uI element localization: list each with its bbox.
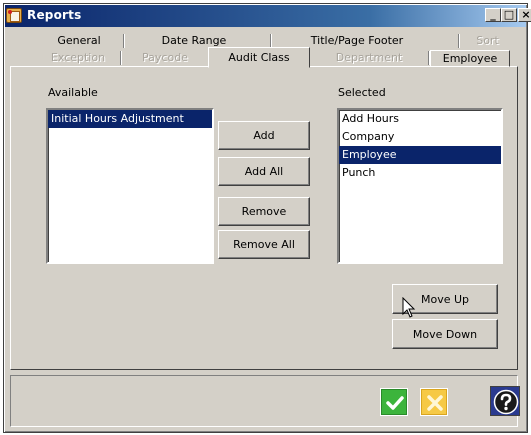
cancel-button[interactable] [420,388,448,416]
question-icon [493,389,519,415]
tab-department: Department [335,51,403,64]
list-item[interactable]: Employee [339,146,501,164]
remove-all-button[interactable]: Remove All [218,230,310,259]
selected-listbox[interactable]: Add Hours Company Employee Punch [337,108,503,264]
mouse-cursor-icon [402,297,416,318]
remove-button[interactable]: Remove [218,197,310,226]
list-item[interactable]: Add Hours [339,110,501,128]
window-title: Reports [27,8,82,22]
minimize-button[interactable]: _ [485,8,501,22]
tab-audit-class[interactable]: Audit Class [208,47,310,68]
add-all-button[interactable]: Add All [218,157,310,186]
reports-app-icon [6,8,22,23]
help-button[interactable] [490,386,520,416]
maximize-button[interactable]: □ [501,8,517,22]
tab-sort: Sort [476,34,499,47]
tab-exception: Exception [50,51,106,64]
tab-general[interactable]: General [34,33,124,50]
close-button[interactable]: × [518,8,531,22]
list-item[interactable]: Company [339,128,501,146]
x-icon [427,395,443,411]
list-item[interactable]: Punch [339,164,501,182]
selected-label: Selected [338,86,386,99]
available-label: Available [48,86,98,99]
move-down-button[interactable]: Move Down [392,319,498,349]
title-bar[interactable] [5,5,526,27]
check-icon [386,396,404,410]
tab-employee[interactable]: Employee [430,50,510,67]
tab-paycode: Paycode [142,51,188,64]
list-item[interactable]: Initial Hours Adjustment [48,110,212,128]
available-listbox[interactable]: Initial Hours Adjustment [46,108,214,264]
add-button[interactable]: Add [218,121,310,150]
ok-button[interactable] [380,388,408,416]
